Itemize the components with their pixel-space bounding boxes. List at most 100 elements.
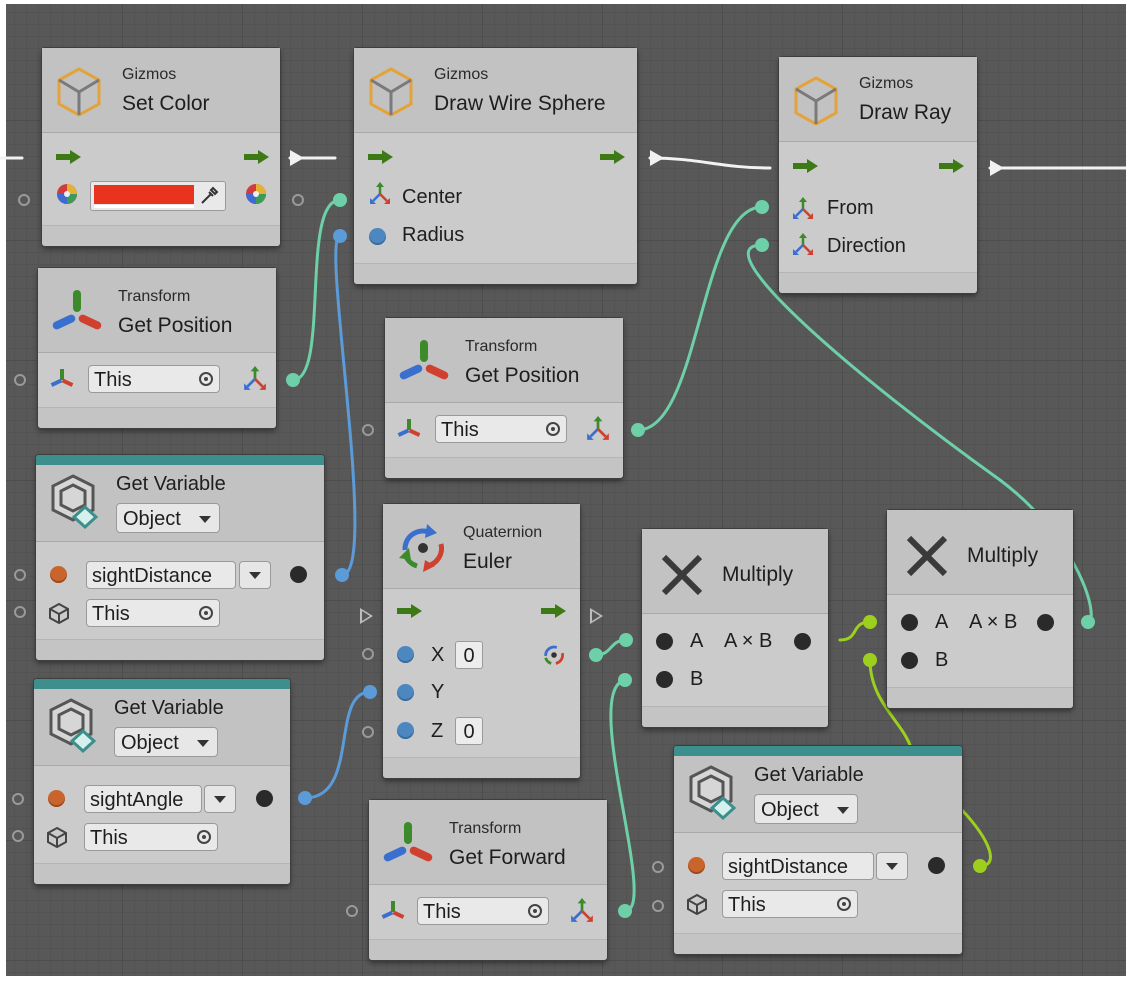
target-icon[interactable] [528, 904, 542, 918]
node-title: Multiply [722, 563, 794, 586]
variable-name-field[interactable]: sightDistance [722, 852, 874, 880]
draw-wire-sphere-node[interactable]: Gizmos Draw Wire Sphere Center Radius [354, 48, 637, 284]
port-empty[interactable] [652, 861, 664, 873]
port-empty[interactable] [362, 726, 374, 738]
target-field[interactable]: This [435, 415, 567, 443]
transform-small-icon [50, 369, 74, 387]
get-variable-node-1[interactable]: Get Variable Object sightDistance This [36, 455, 324, 660]
x-label: X [431, 644, 445, 666]
target-value: This [92, 603, 130, 625]
y-port-dot [397, 684, 414, 701]
y-label: Y [431, 681, 445, 703]
a-label: A [690, 630, 704, 652]
port-empty[interactable] [12, 830, 24, 842]
vector-wire [291, 198, 342, 382]
x-port-dot [397, 646, 414, 663]
a-label: A [935, 611, 949, 633]
set-color-node[interactable]: Gizmos Set Color [42, 48, 280, 246]
multiply-node-2[interactable]: Multiply A A × B B [887, 510, 1073, 708]
target-field[interactable]: This [88, 365, 220, 393]
multiply-node-1[interactable]: Multiply A A × B B [642, 529, 828, 727]
variable-kind-value: Object [761, 799, 819, 821]
variable-name-value: sightAngle [90, 789, 184, 811]
node-footer [385, 457, 623, 478]
output-port-dot [256, 790, 273, 807]
node-category: Gizmos [434, 66, 489, 83]
port-empty[interactable] [14, 374, 26, 386]
node-footer [36, 639, 324, 660]
variable-kind-dropdown[interactable]: Object [754, 794, 858, 824]
target-field[interactable]: This [417, 897, 549, 925]
port-empty[interactable] [18, 194, 30, 206]
port-empty[interactable] [14, 569, 26, 581]
variable-name-field[interactable]: sightDistance [86, 561, 236, 589]
target-icon[interactable] [837, 897, 851, 911]
control-output-port[interactable] [590, 608, 603, 624]
variable-kind-dropdown[interactable]: Object [116, 503, 220, 533]
control-output-icon [600, 150, 626, 164]
target-field[interactable]: This [722, 890, 858, 918]
result-label: A × B [724, 630, 773, 652]
result-port-dot [1037, 614, 1054, 631]
port-empty[interactable] [12, 793, 24, 805]
control-input-port[interactable] [360, 608, 373, 624]
control-output-icon [244, 150, 270, 164]
variable-name-dropdown[interactable] [239, 561, 271, 589]
z-input[interactable]: 0 [455, 717, 483, 745]
get-variable-node-3[interactable]: Get Variable Object sightDistance This [674, 746, 962, 954]
variable-name-dropdown[interactable] [204, 785, 236, 813]
variable-name-value: sightDistance [92, 565, 213, 587]
node-title: Get Variable [116, 473, 226, 495]
port-empty[interactable] [652, 900, 664, 912]
color-field[interactable] [90, 181, 226, 211]
get-forward-node[interactable]: Transform Get Forward This [369, 800, 607, 960]
target-icon[interactable] [546, 422, 560, 436]
from-label: From [827, 197, 874, 219]
variable-header-bar [674, 746, 962, 756]
get-position-node-1[interactable]: Transform Get Position This [38, 268, 276, 428]
node-category: Transform [465, 338, 538, 355]
port-empty[interactable] [362, 424, 374, 436]
center-label: Center [402, 186, 463, 208]
quaternion-euler-node[interactable]: Quaternion Euler X 0 Y Z 0 [383, 504, 580, 778]
variable-kind-dropdown[interactable]: Object [114, 727, 218, 757]
control-output-icon [939, 159, 965, 173]
get-position-node-2[interactable]: Transform Get Position This [385, 318, 623, 478]
draw-ray-node[interactable]: Gizmos Draw Ray From Direction [779, 57, 977, 293]
target-icon[interactable] [197, 830, 211, 844]
target-icon[interactable] [199, 606, 213, 620]
object-wire [960, 808, 992, 868]
vector-wire [609, 678, 636, 913]
object-icon [687, 893, 707, 915]
target-field[interactable]: This [84, 823, 218, 851]
gizmo-cube-icon [794, 76, 838, 126]
variable-kind-value: Object [123, 508, 181, 530]
multiply-icon [906, 535, 948, 577]
transform-axes-icon [383, 822, 433, 862]
variable-name-value: sightDistance [728, 856, 849, 878]
node-title: Get Variable [114, 697, 224, 719]
variable-name-dropdown[interactable] [876, 852, 908, 880]
eyedropper-icon[interactable] [199, 186, 219, 206]
port-empty[interactable] [346, 905, 358, 917]
port-empty[interactable] [14, 606, 26, 618]
vector-icon [793, 233, 813, 255]
node-title: Get Position [118, 314, 233, 337]
vector-icon [587, 416, 609, 440]
target-value: This [94, 369, 132, 391]
node-footer [887, 687, 1073, 708]
object-icon [47, 826, 67, 848]
get-variable-node-2[interactable]: Get Variable Object sightAngle This [34, 679, 290, 884]
target-icon[interactable] [199, 372, 213, 386]
variable-name-field[interactable]: sightAngle [84, 785, 202, 813]
port-empty[interactable] [292, 194, 304, 206]
node-title: Get Forward [449, 846, 566, 869]
gizmo-cube-icon [369, 67, 413, 117]
port-empty[interactable] [362, 648, 374, 660]
radius-port-dot [369, 228, 386, 245]
x-input[interactable]: 0 [455, 641, 483, 669]
control-input-icon [397, 604, 423, 618]
node-title: Get Position [465, 364, 580, 387]
target-field[interactable]: This [86, 599, 220, 627]
node-footer [674, 933, 962, 954]
